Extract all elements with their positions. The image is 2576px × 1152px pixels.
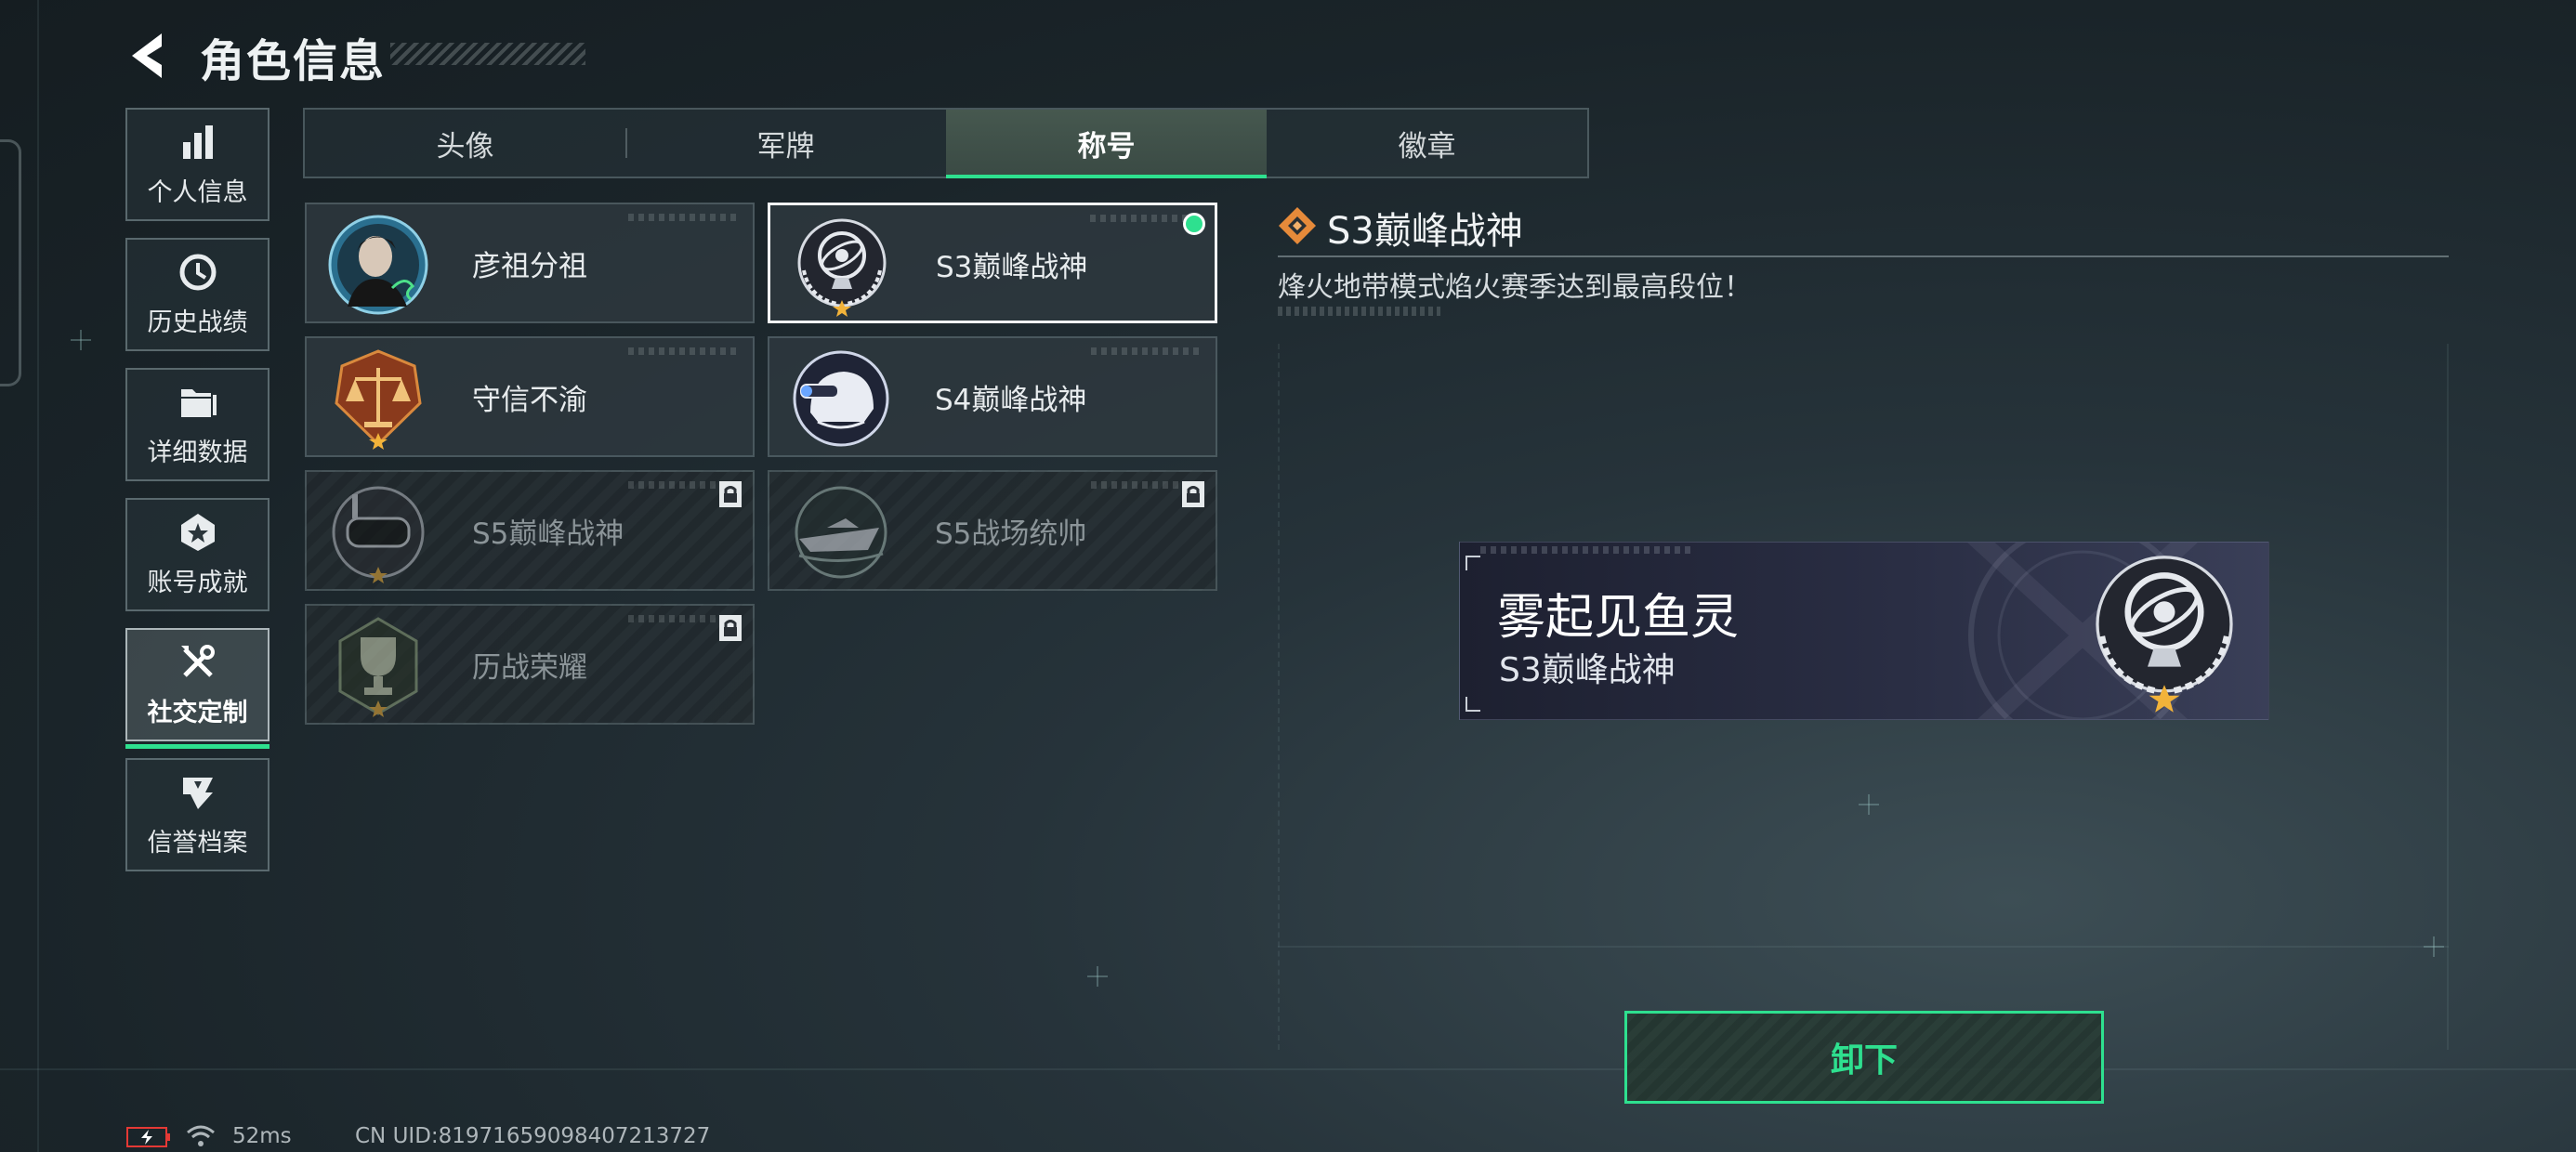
title-card[interactable]: 彦祖分祖 [305,203,755,323]
detail-title: S3巅峰战神 [1327,210,1523,253]
unequip-button-label: 卸下 [1830,1041,1898,1080]
banner-corner [1465,697,1480,712]
detail-description: 烽火地带模式焰火赛季达到最高段位！ [1278,271,1752,304]
title-card-locked[interactable]: 历战荣耀 [305,604,755,725]
lock-icon [719,481,742,507]
title-card[interactable]: 守信不渝 [305,336,755,457]
title-card-label: S5巅峰战神 [472,517,624,551]
preview-title-text: S3巅峰战神 [1499,651,1676,689]
player-uid: CN UID:81971659098407213727 [355,1124,711,1148]
sidebar-item-personal-info[interactable]: 个人信息 [125,108,269,221]
card-decoration [628,347,740,355]
unequip-button[interactable]: 卸下 [1624,1011,2104,1104]
diamond-rank-icon [1279,207,1316,244]
sidebar-item-history[interactable]: 历史战绩 [125,238,269,351]
portrait-emblem-icon [328,215,428,315]
background-grid-line [1278,946,2449,948]
armillary-sphere-emblem-icon [2096,556,2233,713]
sidebar-item-label: 历史战绩 [147,308,248,337]
title-card-label: S3巅峰战神 [936,250,1088,284]
back-arrow-icon[interactable] [121,28,177,84]
diving-mask-emblem-icon [332,486,425,583]
title-card-label: S5战场统帅 [935,517,1087,551]
reputation-icon [182,777,213,809]
title-card-label: 守信不渝 [472,383,587,417]
achievement-icon [180,513,215,551]
sidebar-item-social-custom[interactable]: 社交定制 [125,628,269,749]
sidebar-item-detailed-data[interactable]: 详细数据 [125,368,269,481]
lock-icon [1182,481,1204,507]
background-grid-line [1278,344,1280,1050]
crosshair-mark [71,330,91,350]
sidebar-item-label: 账号成就 [147,568,248,597]
sidebar-item-achievements[interactable]: 账号成就 [125,498,269,611]
title-card[interactable]: S4巅峰战神 [768,336,1217,457]
ping-readout: 52ms [232,1124,292,1148]
background-grid-line [0,1068,2576,1070]
title-card-locked[interactable]: S5巅峰战神 [305,470,755,591]
page-title: 角色信息 [200,35,387,87]
banner-decoration [1480,546,1694,554]
title-preview-banner: 雾起见鱼灵 S3巅峰战神 [1459,542,2269,720]
battery-charging-icon [126,1127,170,1147]
tab-bar: 头像 军牌 称号 徽章 [303,108,1589,178]
sidebar-item-label: 个人信息 [147,177,248,207]
bar-chart-icon [182,124,213,159]
scales-emblem-icon [335,349,422,450]
boat-emblem-icon [795,486,887,579]
sidebar-item-reputation[interactable]: 信誉档案 [125,758,269,871]
lock-icon [719,615,742,641]
crosshair-mark [2424,936,2444,957]
sidebar-item-label: 信誉档案 [147,828,248,857]
background-grid-line [2447,344,2449,1050]
wifi-icon [187,1125,215,1146]
title-decoration [390,43,585,65]
clock-icon [179,254,216,290]
title-card-selected[interactable]: S3巅峰战神 [768,203,1217,323]
crosshair-mark [1087,966,1108,987]
tab-title[interactable]: 称号 [946,110,1267,178]
crosshair-mark [1859,794,1879,815]
title-card-label: 历战荣耀 [472,650,587,685]
armillary-sphere-emblem-icon [797,218,887,317]
sidebar-item-label: 社交定制 [147,698,248,727]
title-card-label: S4巅峰战神 [935,383,1087,417]
banner-corner [1465,556,1480,570]
helmet-emblem-icon [793,350,889,447]
card-decoration [1091,347,1203,355]
folder-icon [180,388,217,417]
tab-dog-tag[interactable]: 军牌 [625,110,946,177]
title-card-label: 彦祖分祖 [472,249,587,283]
detail-decoration [1278,307,1440,316]
tab-badge[interactable]: 徽章 [1267,110,1587,177]
preview-player-name: 雾起见鱼灵 [1497,590,1740,646]
background-grid-line [37,0,39,1152]
equipped-indicator [1183,213,1205,235]
card-decoration [628,214,740,221]
sidebar-item-label: 详细数据 [147,438,248,467]
divider [1278,255,2449,257]
tools-icon [180,644,215,677]
title-card-locked[interactable]: S5战场统帅 [768,470,1217,591]
screen-edge-bracket [0,139,21,386]
tab-avatar[interactable]: 头像 [305,110,625,177]
trophy-emblem-icon [338,617,418,717]
